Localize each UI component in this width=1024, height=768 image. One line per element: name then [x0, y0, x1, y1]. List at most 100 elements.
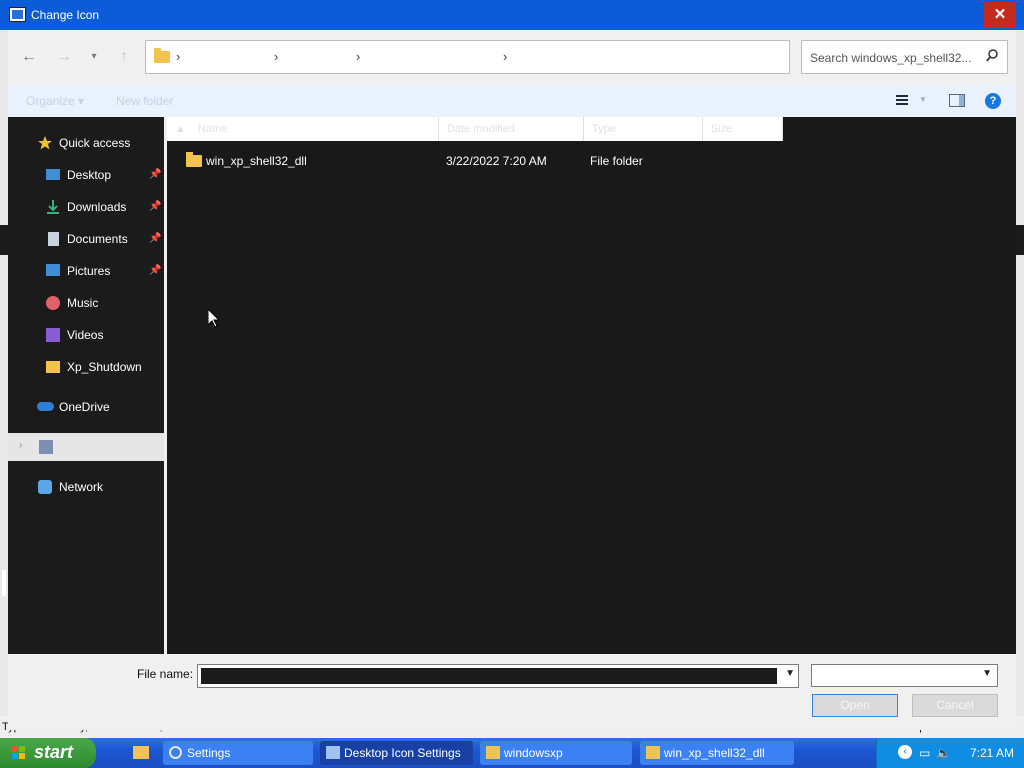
volume-icon[interactable]: 🔈 — [936, 746, 951, 760]
sidebar-item-label: Music — [67, 296, 99, 310]
monitor-icon — [9, 7, 26, 22]
taskbar: start Settings Desktop Icon Settings win… — [0, 738, 1024, 768]
chevron-right-icon[interactable]: › — [19, 440, 22, 451]
cloud-icon — [37, 402, 54, 411]
navigation-pane: Quick access Desktop 📌 Downloads 📌 Docum… — [8, 117, 164, 654]
chevron-down-icon[interactable]: ▾ — [83, 46, 105, 68]
system-tray: ‹ ▭ 🔈 7:21 AM — [876, 738, 1024, 768]
sidebar-item-desktop[interactable]: Desktop 📌 — [8, 161, 164, 189]
gear-icon — [169, 746, 182, 759]
taskbar-button-settings[interactable]: Settings — [163, 741, 313, 765]
download-icon — [47, 200, 59, 214]
file-name-field[interactable]: ▼ — [197, 664, 799, 688]
windows-logo-icon — [12, 746, 26, 760]
table-row[interactable]: win_xp_shell32_dll 3/22/2022 7:20 AM Fil… — [167, 147, 783, 173]
column-size-label: Size — [711, 123, 733, 135]
monitor-icon — [326, 746, 340, 759]
taskbar-button-desktop-icon-settings[interactable]: Desktop Icon Settings — [320, 741, 473, 765]
folder-icon — [154, 48, 170, 63]
close-button[interactable]: ✕ — [984, 2, 1016, 28]
navigation-bar: ← → ▾ ↑ › › › › Search windows_xp_shell3… — [8, 30, 1016, 85]
organize-button[interactable]: Organize ▾ — [26, 94, 84, 108]
sidebar-item-documents[interactable]: Documents 📌 — [8, 225, 164, 253]
breadcrumb-separator[interactable]: › — [356, 49, 360, 64]
sidebar-item-music[interactable]: Music — [8, 289, 164, 317]
column-date-label: Date modified — [447, 123, 515, 135]
search-icon[interactable] — [986, 49, 998, 63]
taskbar-button-label: windowsxp — [504, 746, 563, 760]
column-header: Name ▲ Date modified Type Size — [167, 117, 783, 141]
chevron-down-icon[interactable]: ▼ — [785, 668, 795, 679]
chevron-down-icon[interactable]: ▼ — [919, 95, 927, 104]
taskbar-button-win-xp-shell32-dll[interactable]: win_xp_shell32_dll — [640, 741, 794, 765]
folder-icon — [646, 746, 660, 759]
breadcrumb-separator[interactable]: › — [176, 49, 180, 64]
sidebar-item-downloads[interactable]: Downloads 📌 — [8, 193, 164, 221]
star-icon — [38, 136, 52, 150]
open-button[interactable]: Open — [812, 694, 898, 717]
file-type-filter[interactable]: ▼ — [811, 664, 998, 687]
file-name-label: File name: — [137, 667, 194, 681]
sidebar-item-label: Documents — [67, 232, 128, 246]
videos-icon — [46, 328, 60, 342]
network-tray-icon[interactable]: ▭ — [919, 746, 930, 760]
dialog-titlebar[interactable]: Change Icon ✕ — [0, 0, 1024, 30]
sidebar-item-label: Videos — [67, 328, 104, 342]
up-arrow-icon[interactable]: ↑ — [113, 46, 135, 68]
help-icon[interactable]: ? — [985, 93, 1001, 109]
column-name-label: Name — [198, 123, 228, 135]
sidebar-item-this-pc[interactable]: › This PC — [8, 433, 164, 461]
sidebar-item-videos[interactable]: Videos — [8, 321, 164, 349]
sidebar-item-label: Pictures — [67, 264, 111, 278]
documents-icon — [48, 232, 59, 246]
sort-ascending-icon: ▲ — [175, 123, 186, 135]
sidebar-item-label: Desktop — [67, 168, 112, 182]
address-bar[interactable]: › › › › — [145, 40, 790, 74]
start-button[interactable]: start — [0, 738, 96, 768]
sidebar-item-xp-shutdown[interactable]: Xp_Shutdown — [8, 353, 164, 381]
taskbar-button-windowsxp[interactable]: windowsxp — [480, 741, 632, 765]
taskbar-button-label: win_xp_shell32_dll — [664, 746, 765, 760]
mouse-cursor-icon — [208, 309, 220, 328]
pin-icon[interactable]: 📌 — [149, 169, 161, 180]
sidebar-item-quick-access[interactable]: Quick access — [8, 129, 164, 157]
file-type: File folder — [590, 154, 643, 168]
new-folder-button[interactable]: New folder — [116, 94, 173, 108]
clock[interactable]: 7:21 AM — [970, 746, 1014, 760]
column-size[interactable]: Size — [703, 117, 783, 141]
change-icon-dialog: Change Icon ✕ ← → ▾ ↑ › › › › Search win… — [0, 0, 1024, 735]
column-name[interactable]: Name ▲ — [167, 117, 439, 141]
chevron-down-icon[interactable]: ▼ — [982, 668, 992, 679]
folder-icon — [186, 152, 202, 167]
computer-icon — [39, 440, 53, 454]
column-type[interactable]: Type — [584, 117, 703, 141]
preview-pane-icon[interactable] — [949, 94, 965, 107]
view-options-icon[interactable] — [896, 95, 908, 105]
breadcrumb-separator[interactable]: › — [503, 49, 507, 64]
dialog-footer: File name: ▼ ▼ Open Cancel — [8, 654, 1016, 730]
file-name-value[interactable] — [201, 668, 777, 684]
sidebar-item-pictures[interactable]: Pictures 📌 — [8, 257, 164, 285]
pictures-icon — [46, 264, 60, 276]
search-input[interactable]: Search windows_xp_shell32... — [801, 40, 1008, 74]
column-date-modified[interactable]: Date modified — [439, 117, 584, 141]
pin-icon[interactable]: 📌 — [149, 265, 161, 276]
back-arrow-icon[interactable]: ← — [18, 46, 40, 68]
command-bar: Organize ▾ New folder ▼ ? — [8, 85, 1016, 117]
pin-icon[interactable]: 📌 — [149, 201, 161, 212]
sidebar-item-label: Xp_Shutdown — [67, 360, 142, 374]
folder-icon — [46, 361, 60, 373]
dialog-title: Change Icon — [31, 8, 100, 22]
taskbar-button-label: Desktop Icon Settings — [344, 746, 461, 760]
network-icon — [38, 480, 52, 494]
explorer-quicklaunch-icon[interactable] — [133, 746, 149, 759]
forward-arrow-icon[interactable]: → — [53, 46, 75, 68]
sidebar-item-network[interactable]: Network — [8, 473, 164, 501]
pin-icon[interactable]: 📌 — [149, 233, 161, 244]
sidebar-item-label: Quick access — [59, 136, 131, 150]
sidebar-item-label: Network — [59, 480, 104, 494]
chevron-left-icon[interactable]: ‹ — [898, 745, 912, 759]
breadcrumb-separator[interactable]: › — [274, 49, 278, 64]
sidebar-item-onedrive[interactable]: OneDrive — [8, 393, 164, 421]
cancel-button[interactable]: Cancel — [912, 694, 998, 717]
